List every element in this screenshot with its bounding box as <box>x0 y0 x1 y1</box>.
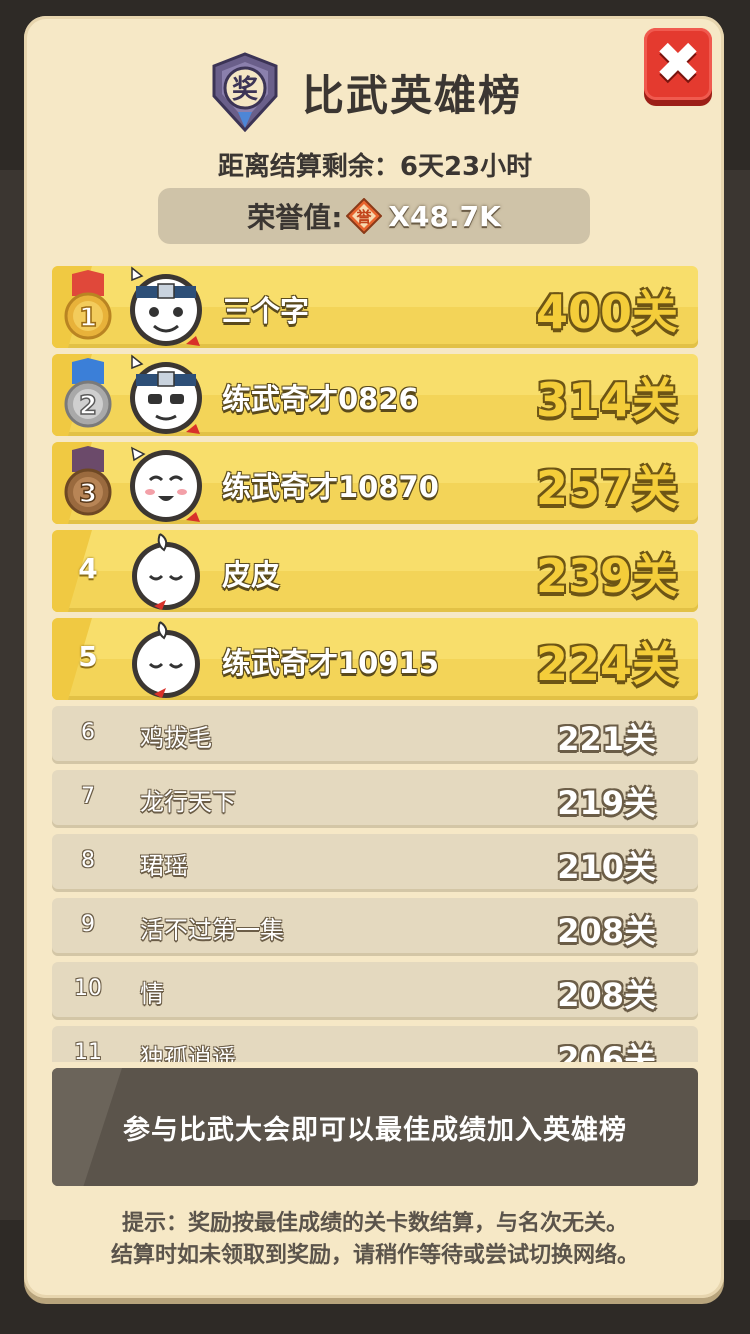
title-row: 奖 比武英雄榜 <box>210 52 522 132</box>
player-score: 210关 <box>557 848 656 886</box>
player-name: 皮皮 <box>222 558 281 592</box>
player-score: 206关 <box>557 1040 656 1062</box>
player-score: 208关 <box>557 912 656 950</box>
list-item[interactable]: 7 龙行天下 219关 <box>52 770 698 828</box>
svg-text:3: 3 <box>79 479 97 509</box>
player-name: 珺瑶 <box>140 852 188 880</box>
close-button[interactable]: ✖ <box>644 28 712 100</box>
player-name: 练武奇才10915 <box>222 646 439 680</box>
join-tournament-banner: 参与比武大会即可以最佳成绩加入英雄榜 <box>52 1068 698 1186</box>
rank-row-1[interactable]: 1 三个字 400关 <box>52 266 698 348</box>
tip-line-2: 结算时如未领取到奖励，请稍作等待或尝试切换网络。 <box>110 1243 639 1268</box>
honor-label: 荣誉值: <box>247 201 343 234</box>
list-item[interactable]: 11 独孤逍遥 206关 <box>52 1026 698 1062</box>
svg-text:1: 1 <box>79 303 97 333</box>
player-name: 练武奇才10870 <box>222 470 439 504</box>
rank-number: 10 <box>74 976 102 1001</box>
svg-text:誉: 誉 <box>356 208 373 226</box>
honor-value-bar: 荣誉值: 誉 X48.7K <box>158 188 590 244</box>
player-name: 独孤逍遥 <box>140 1044 236 1062</box>
honor-value: X48.7K <box>388 199 501 233</box>
tips: 提示：奖励按最佳成绩的关卡数结算，与名次无关。 结算时如未领取到奖励，请稍作等待… <box>0 1208 750 1272</box>
blushing-avatar-icon <box>130 446 202 522</box>
player-score: 400关 <box>535 285 678 339</box>
player-score: 221关 <box>557 720 656 758</box>
gold-medal-icon: 1 <box>64 270 112 340</box>
rank-row-4[interactable]: 4 皮皮 239关 <box>52 530 698 612</box>
page-title: 比武英雄榜 <box>302 70 523 120</box>
rank-number: 6 <box>81 720 95 745</box>
settlement-countdown: 距离结算剩余：6天23小时 <box>217 152 533 182</box>
sleepy-avatar-icon <box>132 533 200 610</box>
sleepy-avatar-icon <box>132 621 200 698</box>
player-score: 224关 <box>535 637 678 691</box>
ranking-list[interactable]: 6 鸡拔毛 221关 7 龙行天下 219关 8 珺瑶 210关 9 活不过第一… <box>52 706 698 1062</box>
player-name: 龙行天下 <box>140 788 236 816</box>
rank-row-2[interactable]: 2 练武奇才0826 314关 <box>52 354 698 436</box>
honor-icon: 誉 <box>346 198 383 234</box>
tip-line-1: 提示：奖励按最佳成绩的关卡数结算，与名次无关。 <box>121 1211 628 1236</box>
svg-text:奖: 奖 <box>232 74 259 105</box>
rank-number: 11 <box>74 1040 102 1062</box>
player-name: 练武奇才0826 <box>222 382 419 416</box>
list-item[interactable]: 9 活不过第一集 208关 <box>52 898 698 956</box>
player-score: 257关 <box>535 461 678 515</box>
list-item[interactable]: 6 鸡拔毛 221关 <box>52 706 698 764</box>
svg-text:2: 2 <box>79 391 97 421</box>
rank-number: 5 <box>78 640 98 673</box>
list-item[interactable]: 8 珺瑶 210关 <box>52 834 698 892</box>
player-score: 314关 <box>535 373 678 427</box>
list-item[interactable]: 10 情 208关 <box>52 962 698 1020</box>
rank-number: 8 <box>81 848 95 873</box>
player-name: 三个字 <box>222 294 310 328</box>
player-name: 活不过第一集 <box>140 916 284 944</box>
rank-row-5[interactable]: 5 练武奇才10915 224关 <box>52 618 698 700</box>
rank-number: 4 <box>78 552 98 585</box>
player-name: 鸡拔毛 <box>140 724 212 752</box>
silver-medal-icon: 2 <box>64 358 112 428</box>
rank-number: 7 <box>81 784 95 809</box>
bronze-medal-icon: 3 <box>64 446 112 516</box>
player-score: 219关 <box>557 784 656 822</box>
close-icon: ✖ <box>654 31 702 96</box>
ninja-avatar-icon <box>130 354 202 434</box>
player-name: 情 <box>140 980 164 1008</box>
join-banner-text: 参与比武大会即可以最佳成绩加入英雄榜 <box>123 1114 627 1146</box>
award-badge-icon: 奖 <box>212 52 278 132</box>
rank-row-3[interactable]: 3 练武奇才10870 257关 <box>52 442 698 524</box>
player-score: 239关 <box>535 549 678 603</box>
ninja-avatar-icon <box>130 266 202 346</box>
player-score: 208关 <box>557 976 656 1014</box>
rank-number: 9 <box>81 912 95 937</box>
